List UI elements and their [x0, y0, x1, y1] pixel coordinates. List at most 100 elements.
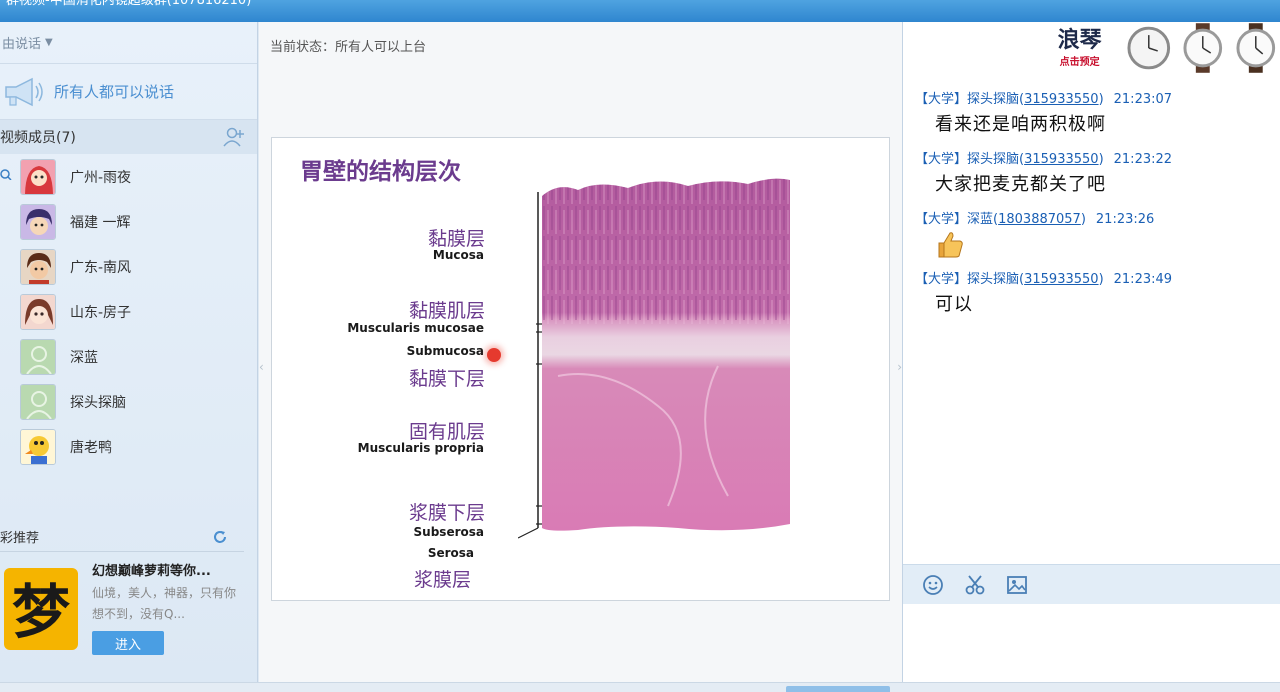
layer-label-cn: 固有肌层	[408, 421, 485, 443]
layer-label-en: Mucosa	[432, 248, 484, 262]
recommend-section: 彩推荐 梦 幻想巅峰萝莉等你... 仙境，美人，神器，只有你想不到，没有Q...…	[0, 522, 258, 656]
ad-tagline: 点击预定	[1059, 56, 1100, 68]
message-header: 【大学】探头探脑(315933550) 21:23:22	[915, 152, 1173, 167]
stage-status: 当前状态：所有人可以上台	[270, 40, 427, 55]
message-uid-link[interactable]: 315933550	[1024, 272, 1098, 287]
recommend-card[interactable]: 梦 幻想巅峰萝莉等你... 仙境，美人，神器，只有你想不到，没有Q... 进入	[0, 560, 258, 656]
chevron-down-icon: ▼	[45, 37, 53, 48]
member-item[interactable]: 山东-房子	[0, 289, 257, 334]
message-time: 21:23:07	[1113, 92, 1173, 107]
message-user[interactable]: 探头探脑	[967, 152, 1019, 167]
chat-message: 【大学】探头探脑(315933550) 21:23:49 可以	[915, 268, 1275, 328]
ad-brand-name: 浪琴	[1057, 27, 1102, 53]
image-icon[interactable]	[1005, 573, 1029, 597]
left-panel: 由说话 ▼ 所有人都可以说话 视频成员(7) 广州-雨夜 福建 一辉 广东-南风…	[0, 22, 258, 692]
default-avatar	[20, 383, 56, 420]
layer-label-cn: 浆膜层	[413, 569, 471, 591]
enter-button[interactable]: 进入	[92, 631, 164, 655]
members-list: 广州-雨夜 福建 一辉 广东-南风 山东-房子 深蓝 探头探脑 唐老鸭	[0, 154, 257, 469]
slide-title: 胃壁的结构层次	[300, 159, 461, 185]
member-item[interactable]: 福建 一辉	[0, 199, 257, 244]
member-item[interactable]: 探头探脑	[0, 379, 257, 424]
shared-slide: 胃壁的结构层次 黏膜层 Mucosa 黏膜肌层 Muscularis mucos…	[271, 137, 890, 601]
member-item[interactable]: 深蓝	[0, 334, 257, 379]
member-name: 深蓝	[70, 349, 98, 366]
emoji-icon[interactable]	[921, 573, 945, 597]
default-avatar	[20, 338, 56, 375]
members-title: 视频成员(7)	[0, 130, 76, 146]
message-uid-link[interactable]: 1803887057	[998, 212, 1081, 227]
message-uid-link[interactable]: 315933550	[1024, 152, 1098, 167]
pointer-dot	[487, 348, 501, 362]
watch-icon	[1236, 23, 1276, 73]
game-logo-icon: 梦	[4, 568, 78, 650]
member-item[interactable]: 广州-雨夜	[0, 154, 257, 199]
message-uid-link[interactable]: 315933550	[1024, 92, 1098, 107]
watch-icon	[1127, 26, 1171, 70]
layer-label-en: Muscularis propria	[357, 441, 484, 455]
message-user[interactable]: 探头探脑	[967, 92, 1019, 107]
members-header: 视频成员(7)	[0, 120, 257, 154]
histology-image	[518, 178, 790, 539]
layer-label-en: Muscularis mucosae	[347, 321, 484, 335]
chat-input[interactable]	[903, 604, 1280, 682]
doll-avatar	[20, 293, 56, 330]
message-time: 21:23:26	[1095, 212, 1155, 227]
chat-toolbar	[903, 564, 1280, 604]
scissors-icon[interactable]	[963, 573, 987, 597]
member-name: 探头探脑	[70, 394, 126, 411]
message-user[interactable]: 深蓝	[967, 212, 993, 227]
message-header: 【大学】探头探脑(315933550) 21:23:07	[915, 92, 1173, 107]
speak-mode-dropdown[interactable]: 由说话 ▼	[0, 22, 257, 64]
layer-label-cn: 黏膜肌层	[408, 300, 485, 322]
add-member-icon[interactable]	[223, 126, 245, 148]
message-user[interactable]: 探头探脑	[967, 272, 1019, 287]
svg-text:梦: 梦	[12, 578, 70, 646]
watch-icon	[1183, 23, 1222, 73]
chat-panel: 浪琴 点击预定 【大学】探头探脑(315933550) 21:23:07 看来还是…	[902, 22, 1280, 682]
speak-permission-text: 所有人都可以说话	[54, 83, 175, 101]
refresh-icon[interactable]	[212, 529, 228, 545]
chat-message: 【大学】深蓝(1803887057) 21:23:26	[915, 208, 1275, 268]
bottom-strip	[0, 682, 1280, 692]
member-name: 广东-南风	[70, 259, 132, 276]
member-item[interactable]: 广东-南风	[0, 244, 257, 289]
recommend-game-title: 幻想巅峰萝莉等你...	[92, 564, 211, 579]
window-title: 群视频-中国消化内镜超级群(107816210)	[6, 0, 252, 8]
anime-girl-avatar	[20, 158, 56, 195]
member-item[interactable]: 唐老鸭	[0, 424, 257, 469]
member-name: 唐老鸭	[70, 439, 112, 456]
message-time: 21:23:49	[1113, 272, 1173, 287]
layer-label-en: Submucosa	[406, 344, 484, 358]
prev-arrow-icon[interactable]: ‹	[259, 360, 264, 374]
speak-permission-row: 所有人都可以说话	[0, 64, 257, 120]
recommend-header: 彩推荐	[0, 522, 244, 552]
message-text: 可以	[935, 294, 973, 315]
message-header: 【大学】深蓝(1803887057) 21:23:26	[915, 212, 1155, 227]
layer-label-en: Subserosa	[413, 525, 484, 539]
layer-label-cn: 黏膜层	[427, 228, 485, 250]
bottom-action-button[interactable]	[786, 686, 890, 692]
thumbs-up-icon	[938, 232, 963, 258]
message-text: 看来还是咱两积极啊	[935, 114, 1106, 135]
member-name: 福建 一辉	[70, 214, 131, 231]
speak-mode-label: 由说话	[2, 37, 42, 52]
window-titlebar: 群视频-中国消化内镜超级群(107816210)	[0, 0, 1280, 22]
recommend-info: 幻想巅峰萝莉等你... 仙境，美人，神器，只有你想不到，没有Q... 进入	[92, 560, 247, 656]
camera-icon	[0, 169, 12, 180]
chat-message: 【大学】探头探脑(315933550) 21:23:22 大家把麦克都关了吧	[915, 148, 1275, 208]
message-tag: 【大学】	[915, 212, 968, 227]
video-area: 当前状态：所有人可以上台 ‹ › 胃壁的结构层次 黏膜层 Mucosa 黏膜肌层…	[259, 22, 902, 682]
message-text: 大家把麦克都关了吧	[935, 174, 1106, 195]
layer-label-en: Serosa	[427, 546, 474, 560]
message-time: 21:23:22	[1113, 152, 1173, 167]
anime-boy-avatar	[20, 203, 56, 240]
duck-avatar	[20, 428, 56, 465]
megaphone-icon	[5, 77, 43, 106]
ad-banner[interactable]: 浪琴 点击预定	[1039, 22, 1280, 74]
recommend-game-desc: 仙境，美人，神器，只有你想不到，没有Q...	[92, 586, 237, 621]
member-name: 广州-雨夜	[70, 169, 132, 186]
layer-label-cn: 浆膜下层	[408, 502, 485, 524]
layer-label-cn: 黏膜下层	[408, 368, 485, 390]
member-name: 山东-房子	[70, 304, 132, 321]
